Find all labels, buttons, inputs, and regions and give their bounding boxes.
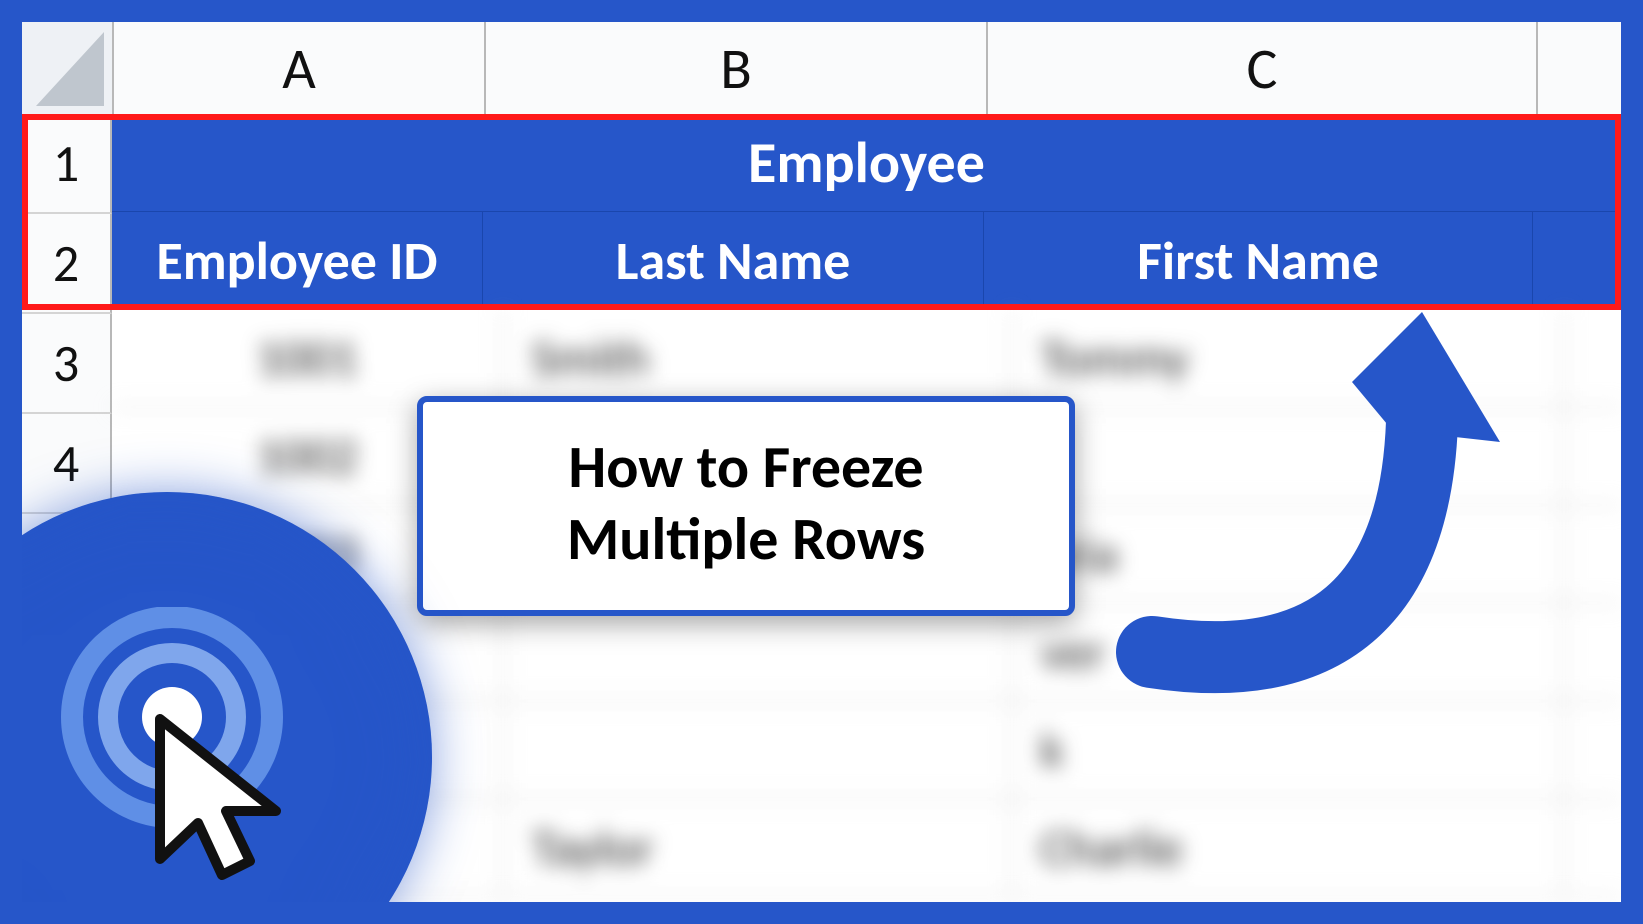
select-all-triangle-icon (22, 22, 112, 114)
column-header-D[interactable] (1538, 22, 1621, 116)
spreadsheet-window: A B C 1 2 3 4 5 Employee Employee ID Las… (22, 22, 1621, 902)
caption-callout: How to Freeze Multiple Rows (417, 396, 1075, 616)
table-row-header-1: Employee (112, 114, 1621, 212)
select-all-corner[interactable] (22, 22, 114, 116)
cell[interactable]: Smith (504, 310, 1013, 408)
row-header-4[interactable]: 4 (22, 414, 112, 514)
cell[interactable]: Taylor (504, 800, 1013, 898)
cell[interactable] (1565, 310, 1621, 408)
cell[interactable] (504, 604, 1013, 702)
column-header-B[interactable]: B (486, 22, 988, 116)
column-header-C[interactable]: C (988, 22, 1538, 116)
header-cell-last-name[interactable]: Last Name (483, 212, 984, 310)
click-cursor-icon (52, 607, 332, 887)
cell[interactable] (1565, 800, 1621, 898)
column-header-row: A B C (22, 22, 1621, 114)
row-header-1[interactable]: 1 (22, 114, 112, 214)
caption-text: How to Freeze Multiple Rows (461, 432, 1031, 576)
cell[interactable] (1565, 604, 1621, 702)
header-cell-employee-id[interactable]: Employee ID (112, 212, 483, 310)
header-cell-empty[interactable] (1533, 212, 1621, 310)
row-header-2[interactable]: 2 (22, 214, 112, 314)
cell[interactable] (1565, 506, 1621, 604)
merged-title-cell[interactable]: Employee (112, 114, 1621, 212)
cell[interactable]: Charlie (1013, 800, 1565, 898)
cell[interactable]: 1001 (112, 310, 504, 408)
header-cell-first-name[interactable]: First Name (984, 212, 1533, 310)
table-row-header-2: Employee ID Last Name First Name (112, 212, 1621, 310)
row-header-3[interactable]: 3 (22, 314, 112, 414)
cell[interactable] (1565, 702, 1621, 800)
cell[interactable] (504, 702, 1013, 800)
cell[interactable] (1565, 408, 1621, 506)
column-header-A[interactable]: A (114, 22, 486, 116)
curved-arrow-icon (1092, 312, 1512, 732)
